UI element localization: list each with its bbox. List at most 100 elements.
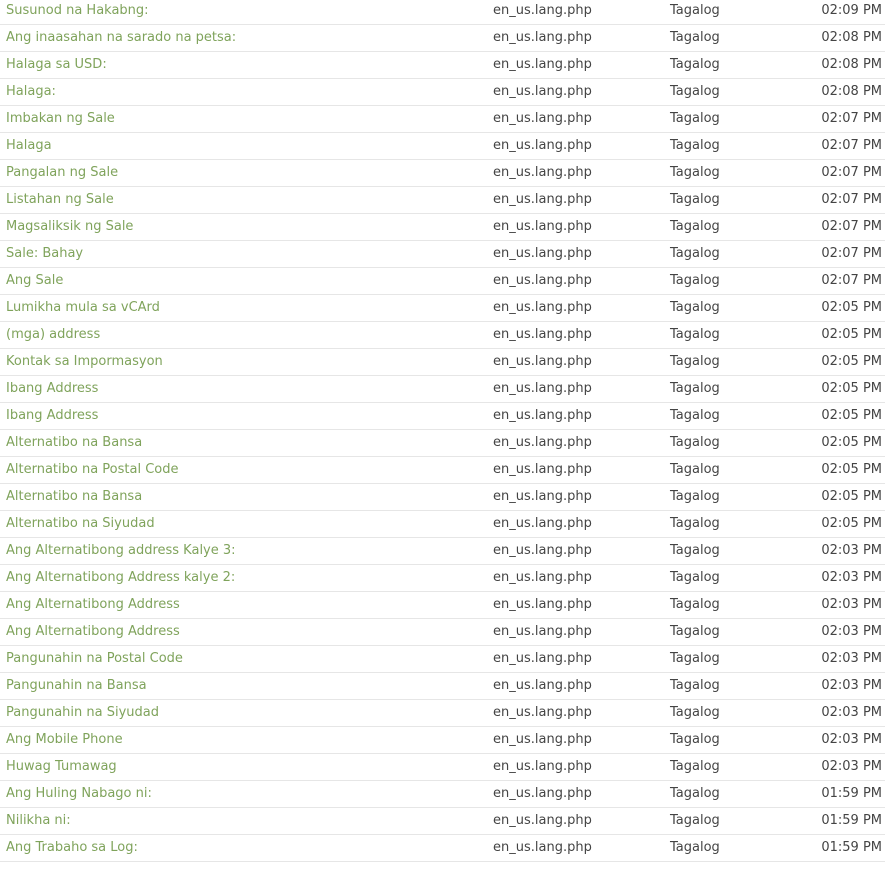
timestamp: 02:03 PM	[821, 732, 882, 747]
translation-log-table: Susunod na Hakabng: en_us.lang.php Tagalog…	[0, 0, 885, 862]
language-name: Tagalog	[670, 138, 720, 153]
timestamp: 02:03 PM	[821, 597, 882, 612]
language-name: Tagalog	[670, 219, 720, 234]
string-label-link[interactable]: Lumikha mula sa vCArd	[6, 295, 160, 321]
table-row: Halaga sa USD: en_us.lang.php Tagalog 02:08…	[0, 52, 885, 79]
string-label-link[interactable]: Listahan ng Sale	[6, 187, 114, 213]
timestamp: 02:05 PM	[821, 435, 882, 450]
string-label-link[interactable]: Pangunahin na Bansa	[6, 673, 147, 699]
string-label-link[interactable]: Alternatibo na Siyudad	[6, 511, 155, 537]
table-row: Ang Huling Nabago ni: en_us.lang.php Tagal…	[0, 781, 885, 808]
timestamp: 02:07 PM	[821, 219, 882, 234]
string-label-link[interactable]: Huwag Tumawag	[6, 754, 117, 780]
language-name: Tagalog	[670, 597, 720, 612]
string-label-link[interactable]: Alternatibo na Bansa	[6, 484, 142, 510]
table-row: Pangunahin na Siyudad en_us.lang.php Tagal…	[0, 700, 885, 727]
language-name: Tagalog	[670, 678, 720, 693]
string-label-link[interactable]: Ang inaasahan na sarado na petsa:	[6, 25, 236, 51]
string-label-link[interactable]: Alternatibo na Bansa	[6, 430, 142, 456]
table-row: Nilikha ni: en_us.lang.php Tagalog 01:59 PM	[0, 808, 885, 835]
string-label-link[interactable]: Ang Huling Nabago ni:	[6, 781, 152, 807]
language-name: Tagalog	[670, 813, 720, 828]
table-row: Listahan ng Sale en_us.lang.php Tagalog 02:…	[0, 187, 885, 214]
string-label-link[interactable]: Sale: Bahay	[6, 241, 83, 267]
timestamp: 02:03 PM	[821, 759, 882, 774]
language-name: Tagalog	[670, 3, 720, 18]
table-row: Ang Mobile Phone en_us.lang.php Tagalog 02:…	[0, 727, 885, 754]
timestamp: 02:07 PM	[821, 246, 882, 261]
language-file-name: en_us.lang.php	[493, 57, 592, 72]
string-label-link[interactable]: Kontak sa Impormasyon	[6, 349, 163, 375]
timestamp: 02:03 PM	[821, 705, 882, 720]
language-file-name: en_us.lang.php	[493, 219, 592, 234]
string-label-link[interactable]: Pangunahin na Postal Code	[6, 646, 183, 672]
timestamp: 02:03 PM	[821, 651, 882, 666]
language-file-name: en_us.lang.php	[493, 354, 592, 369]
string-label-link[interactable]: Nilikha ni:	[6, 808, 71, 834]
language-file-name: en_us.lang.php	[493, 246, 592, 261]
language-name: Tagalog	[670, 381, 720, 396]
language-name: Tagalog	[670, 759, 720, 774]
language-name: Tagalog	[670, 30, 720, 45]
table-row: Ibang Address en_us.lang.php Tagalog 02:05 …	[0, 376, 885, 403]
timestamp: 02:05 PM	[821, 489, 882, 504]
language-name: Tagalog	[670, 516, 720, 531]
string-label-link[interactable]: Ang Alternatibong Address	[6, 619, 180, 645]
table-row: (mga) address en_us.lang.php Tagalog 02:05 …	[0, 322, 885, 349]
timestamp: 02:07 PM	[821, 165, 882, 180]
timestamp: 02:03 PM	[821, 624, 882, 639]
table-row: Ang Alternatibong address Kalye 3: en_us.…	[0, 538, 885, 565]
table-row: Imbakan ng Sale en_us.lang.php Tagalog 02:0…	[0, 106, 885, 133]
string-label-link[interactable]: Pangunahin na Siyudad	[6, 700, 159, 726]
language-file-name: en_us.lang.php	[493, 516, 592, 531]
language-name: Tagalog	[670, 732, 720, 747]
string-label-link[interactable]: Alternatibo na Postal Code	[6, 457, 179, 483]
table-row: Alternatibo na Bansa en_us.lang.php Tagalo…	[0, 430, 885, 457]
table-row: Pangalan ng Sale en_us.lang.php Tagalog 02:…	[0, 160, 885, 187]
string-label-link[interactable]: Ang Sale	[6, 268, 63, 294]
language-file-name: en_us.lang.php	[493, 3, 592, 18]
table-row: Kontak sa Impormasyon en_us.lang.php Tagal…	[0, 349, 885, 376]
string-label-link[interactable]: Ibang Address	[6, 376, 98, 402]
language-file-name: en_us.lang.php	[493, 678, 592, 693]
language-file-name: en_us.lang.php	[493, 489, 592, 504]
string-label-link[interactable]: (mga) address	[6, 322, 100, 348]
language-file-name: en_us.lang.php	[493, 435, 592, 450]
language-name: Tagalog	[670, 354, 720, 369]
string-label-link[interactable]: Halaga	[6, 133, 52, 159]
language-name: Tagalog	[670, 570, 720, 585]
timestamp: 01:59 PM	[821, 786, 882, 801]
string-label-link[interactable]: Ang Alternatibong Address kalye 2:	[6, 565, 235, 591]
string-label-link[interactable]: Halaga sa USD:	[6, 52, 107, 78]
language-name: Tagalog	[670, 246, 720, 261]
language-file-name: en_us.lang.php	[493, 111, 592, 126]
string-label-link[interactable]: Ang Alternatibong Address	[6, 592, 180, 618]
table-row: Susunod na Hakabng: en_us.lang.php Tagalog…	[0, 0, 885, 25]
timestamp: 02:05 PM	[821, 408, 882, 423]
string-label-link[interactable]: Susunod na Hakabng:	[6, 0, 149, 24]
string-label-link[interactable]: Ibang Address	[6, 403, 98, 429]
string-label-link[interactable]: Imbakan ng Sale	[6, 106, 115, 132]
timestamp: 02:03 PM	[821, 678, 882, 693]
language-name: Tagalog	[670, 462, 720, 477]
language-name: Tagalog	[670, 705, 720, 720]
timestamp: 02:05 PM	[821, 462, 882, 477]
string-label-link[interactable]: Pangalan ng Sale	[6, 160, 118, 186]
string-label-link[interactable]: Ang Alternatibong address Kalye 3:	[6, 538, 236, 564]
language-file-name: en_us.lang.php	[493, 300, 592, 315]
table-row: Alternatibo na Siyudad en_us.lang.php Taga…	[0, 511, 885, 538]
timestamp: 02:09 PM	[821, 3, 882, 18]
string-label-link[interactable]: Ang Mobile Phone	[6, 727, 123, 753]
language-name: Tagalog	[670, 651, 720, 666]
table-row: Ang Alternatibong Address en_us.lang.php T…	[0, 619, 885, 646]
table-row: Ang Alternatibong Address en_us.lang.php T…	[0, 592, 885, 619]
table-row: Pangunahin na Postal Code en_us.lang.php T…	[0, 646, 885, 673]
language-file-name: en_us.lang.php	[493, 786, 592, 801]
table-row: Ang inaasahan na sarado na petsa: en_us.l…	[0, 25, 885, 52]
string-label-link[interactable]: Halaga:	[6, 79, 56, 105]
string-label-link[interactable]: Ang Trabaho sa Log:	[6, 835, 138, 861]
string-label-link[interactable]: Magsaliksik ng Sale	[6, 214, 133, 240]
table-row: Huwag Tumawag en_us.lang.php Tagalog 02:03 …	[0, 754, 885, 781]
language-file-name: en_us.lang.php	[493, 705, 592, 720]
language-name: Tagalog	[670, 489, 720, 504]
